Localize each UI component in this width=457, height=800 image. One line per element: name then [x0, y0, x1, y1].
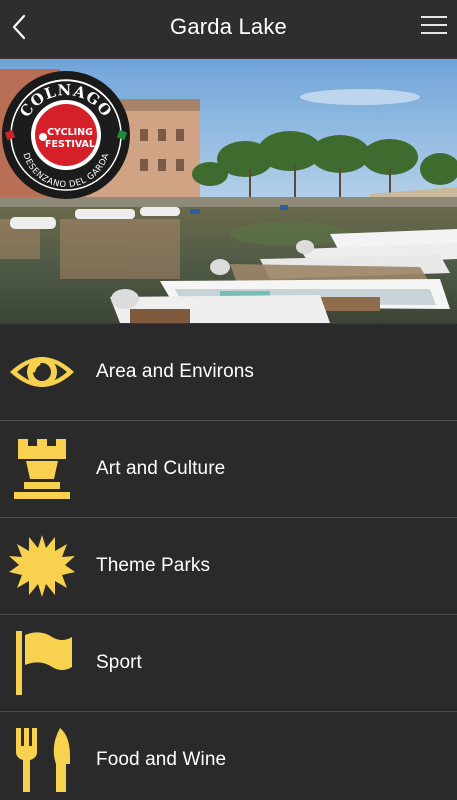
list-item-label: Area and Environs	[96, 361, 255, 382]
sun-burst-icon	[9, 535, 75, 597]
eye-icon	[10, 357, 74, 387]
page-title: Garda Lake	[170, 14, 287, 39]
harbor-photo: COLNAGO DESENZANO DEL GARDA CYCLING FEST…	[0, 59, 457, 323]
hamburger-line	[421, 32, 447, 34]
category-list: Area and Environs Art and Culture Theme …	[0, 323, 457, 800]
list-item-label: Art and Culture	[96, 458, 226, 479]
list-item-sport[interactable]: Sport	[0, 614, 457, 711]
list-item-label: Sport	[96, 652, 142, 673]
chess-rook-icon	[14, 439, 70, 499]
app-screen: Garda Lake COLNAGO DESENZANO DEL GARDA C…	[0, 0, 457, 800]
list-item-label: Food and Wine	[96, 749, 227, 770]
hamburger-line	[421, 24, 447, 26]
hero-image: COLNAGO DESENZANO DEL GARDA CYCLING FEST…	[0, 59, 457, 323]
top-bar: Garda Lake	[0, 0, 457, 59]
flag-icon	[16, 631, 72, 695]
hamburger-line	[421, 16, 447, 18]
list-item-area-and-environs[interactable]: Area and Environs	[0, 323, 457, 420]
list-item-art-and-culture[interactable]: Art and Culture	[0, 420, 457, 517]
list-item-food-and-wine[interactable]: Food and Wine	[0, 711, 457, 800]
hamburger-menu-button[interactable]	[421, 16, 447, 38]
badge-center-line1: CYCLING	[47, 127, 93, 138]
fork-knife-icon	[16, 728, 70, 792]
colnago-badge-logo: COLNAGO DESENZANO DEL GARDA CYCLING FEST…	[2, 71, 130, 199]
list-item-theme-parks[interactable]: Theme Parks	[0, 517, 457, 614]
badge-center-line2: FESTIVAL	[45, 139, 95, 150]
list-item-label: Theme Parks	[96, 555, 211, 576]
